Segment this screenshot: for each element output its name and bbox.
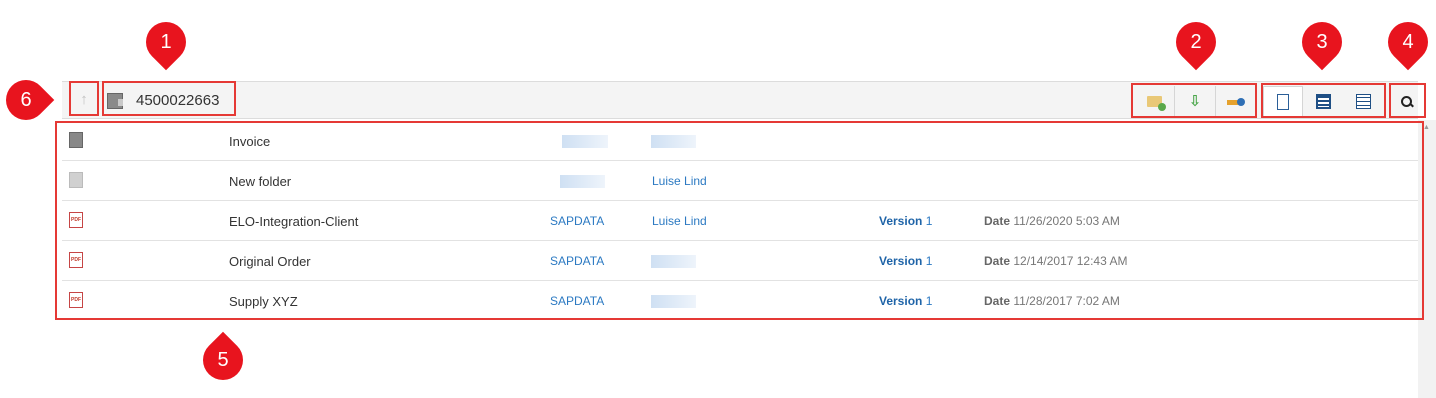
highlight-breadcrumb — [102, 81, 236, 116]
callout-number-6: 6 — [20, 88, 32, 111]
highlight-up-button — [69, 81, 99, 116]
highlight-view-buttons — [1261, 83, 1386, 118]
callout-number-2: 2 — [1190, 30, 1202, 53]
callout-number-1: 1 — [160, 30, 172, 53]
callout-number-4: 4 — [1402, 30, 1414, 53]
callout-number-5: 5 — [217, 348, 229, 371]
highlight-search-button — [1389, 83, 1426, 118]
highlight-action-buttons — [1131, 83, 1257, 118]
highlight-document-list — [55, 121, 1424, 320]
scroll-up-arrow[interactable]: ▲ — [1423, 124, 1430, 131]
callout-number-3: 3 — [1316, 30, 1328, 53]
